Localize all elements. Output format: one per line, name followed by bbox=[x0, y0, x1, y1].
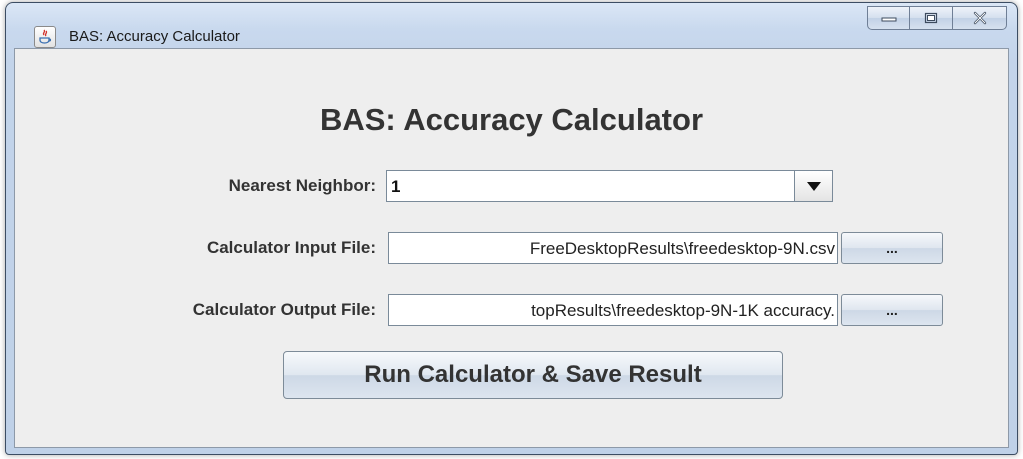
run-calculator-button[interactable]: Run Calculator & Save Result bbox=[283, 351, 783, 399]
client-area: BAS: Accuracy Calculator Nearest Neighbo… bbox=[14, 48, 1009, 448]
input-file-label: Calculator Input File: bbox=[206, 238, 376, 257]
input-file-browse-button[interactable]: ... bbox=[841, 232, 943, 264]
nearest-neighbor-dropdown[interactable]: 1 bbox=[386, 170, 833, 202]
input-file-value: FreeDesktopResults\freedesktop-9N.csv bbox=[529, 239, 835, 258]
window-title: BAS: Accuracy Calculator bbox=[69, 28, 240, 45]
nearest-neighbor-value: 1 bbox=[391, 177, 401, 196]
output-file-field[interactable]: topResults\freedesktop-9N-1K accuracy. bbox=[388, 294, 838, 326]
close-icon bbox=[973, 11, 986, 25]
dropdown-arrow-button[interactable] bbox=[794, 171, 832, 201]
nearest-neighbor-label: Nearest Neighbor: bbox=[228, 176, 376, 195]
maximize-button[interactable] bbox=[910, 6, 953, 30]
form-heading: BAS: Accuracy Calculator bbox=[319, 102, 704, 137]
caption-buttons bbox=[867, 6, 1007, 30]
chevron-down-icon bbox=[806, 181, 821, 191]
output-file-value: topResults\freedesktop-9N-1K accuracy. bbox=[531, 301, 835, 320]
java-app-icon[interactable] bbox=[34, 26, 56, 48]
maximize-icon bbox=[924, 12, 938, 24]
title-bar[interactable]: BAS: Accuracy Calculator bbox=[6, 3, 1017, 48]
app-window: BAS: Accuracy Calculator BAS: Accuracy C… bbox=[5, 2, 1018, 455]
minimize-button[interactable] bbox=[867, 6, 910, 30]
input-file-field[interactable]: FreeDesktopResults\freedesktop-9N.csv bbox=[388, 232, 838, 264]
minimize-icon bbox=[881, 17, 896, 22]
output-file-label: Calculator Output File: bbox=[192, 300, 376, 319]
output-file-browse-button[interactable]: ... bbox=[841, 294, 943, 326]
close-button[interactable] bbox=[953, 6, 1007, 30]
